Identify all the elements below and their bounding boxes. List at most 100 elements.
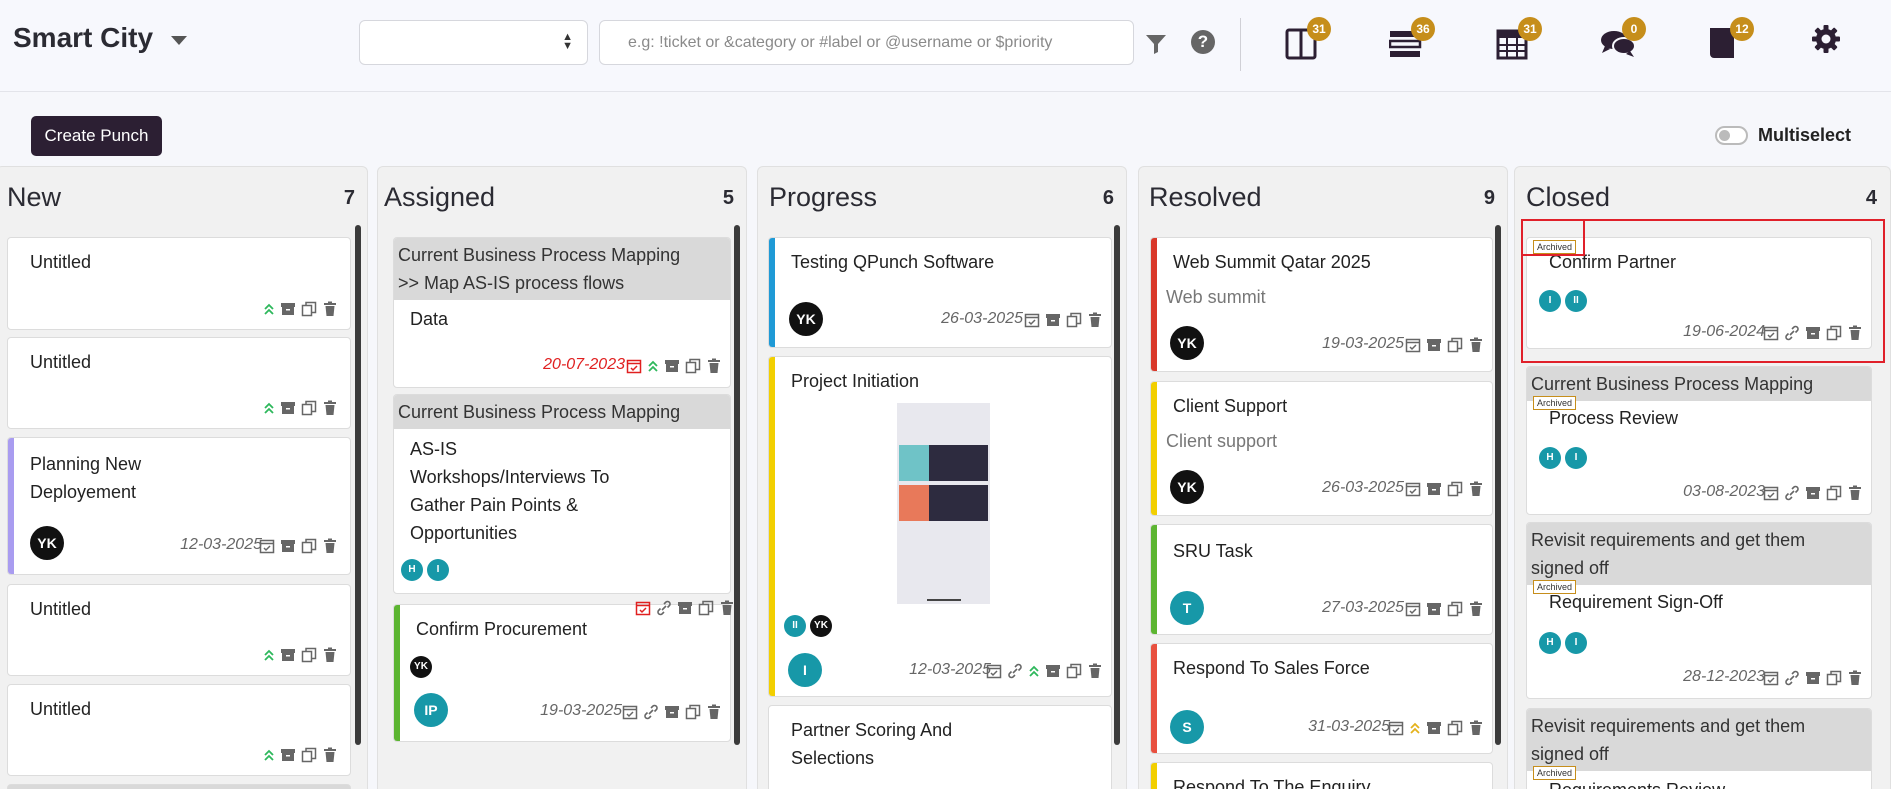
link-icon[interactable]	[1784, 670, 1800, 686]
punch-card[interactable]: Revisit requirements and get them signed…	[1526, 522, 1872, 699]
avatar[interactable]: II	[1565, 290, 1587, 312]
archive-icon[interactable]	[1426, 601, 1442, 617]
avatar[interactable]: I	[427, 559, 449, 581]
punch-card[interactable]: Respond To Sales Force S 31-03-2025	[1150, 643, 1493, 754]
copy-icon[interactable]	[1447, 601, 1463, 617]
calendar-check-icon[interactable]	[259, 538, 275, 554]
punch-card[interactable]: Project Initiation II YK I 12-03-2025	[768, 356, 1112, 697]
archive-icon[interactable]	[1805, 485, 1821, 501]
workspace-switcher[interactable]: Smart City	[13, 22, 188, 54]
calendar-check-icon[interactable]	[1763, 485, 1779, 501]
archive-icon[interactable]	[1045, 312, 1061, 328]
archive-icon[interactable]	[280, 301, 296, 317]
punch-card[interactable]: Respond To The Enquiry	[1150, 762, 1493, 789]
archive-icon[interactable]	[280, 538, 296, 554]
copy-icon[interactable]	[301, 301, 317, 317]
punch-card[interactable]: Archived Confirm Partner I II 19-06-2024	[1526, 237, 1872, 349]
gear-icon[interactable]	[1811, 24, 1841, 59]
trash-icon[interactable]	[322, 400, 338, 416]
copy-icon[interactable]	[1447, 720, 1463, 736]
archive-icon[interactable]	[1805, 325, 1821, 341]
search-input[interactable]	[599, 20, 1134, 65]
avatar[interactable]: I	[1565, 447, 1587, 469]
trash-icon[interactable]	[1468, 481, 1484, 497]
avatar[interactable]: H	[1539, 632, 1561, 654]
calendar-check-icon[interactable]	[1405, 481, 1421, 497]
avatar[interactable]: H	[1539, 447, 1561, 469]
calendar-check-icon[interactable]	[1405, 601, 1421, 617]
punch-card[interactable]: Web Summit Qatar 2025 Web summit YK 19-0…	[1150, 237, 1493, 372]
trash-icon[interactable]	[1468, 601, 1484, 617]
copy-icon[interactable]	[1447, 481, 1463, 497]
chat-button[interactable]: 0	[1600, 17, 1646, 64]
trash-icon[interactable]	[322, 301, 338, 317]
punch-card[interactable]: Testing QPunch Software YK 26-03-2025	[768, 237, 1112, 348]
punch-card[interactable]: Current Business Process Mapping Archive…	[1526, 366, 1872, 515]
avatar[interactable]: YK	[1170, 470, 1204, 504]
punch-card[interactable]	[7, 784, 351, 789]
avatar[interactable]: I	[1565, 632, 1587, 654]
punch-card[interactable]: Partner Scoring And Selections	[768, 705, 1112, 789]
punch-card[interactable]: SRU Task T 27-03-2025	[1150, 524, 1493, 635]
punch-card[interactable]: Confirm Procurement YK IP 19-03-2025	[393, 604, 731, 742]
parent-task-header[interactable]: Current Business Process Mapping >> Map …	[394, 238, 730, 300]
copy-icon[interactable]	[301, 747, 317, 763]
link-icon[interactable]	[643, 704, 659, 720]
calendar-view-button[interactable]: 31	[1496, 17, 1542, 64]
toggle-switch[interactable]	[1715, 126, 1748, 145]
parent-task-header[interactable]: Current Business Process Mapping	[1527, 367, 1871, 401]
archive-icon[interactable]	[280, 400, 296, 416]
avatar[interactable]: T	[1170, 591, 1204, 625]
avatar[interactable]: YK	[789, 302, 823, 336]
copy-icon[interactable]	[685, 704, 701, 720]
punch-card[interactable]: Client Support Client support YK 26-03-2…	[1150, 381, 1493, 516]
calendar-check-icon[interactable]	[986, 663, 1002, 679]
parent-task-header[interactable]: Revisit requirements and get them signed…	[1527, 709, 1871, 771]
calendar-check-icon[interactable]	[1405, 337, 1421, 353]
link-icon[interactable]	[1784, 485, 1800, 501]
punch-card[interactable]: Planning New Deployement YK 12-03-2025	[7, 437, 351, 575]
archive-icon[interactable]	[664, 704, 680, 720]
calendar-check-icon[interactable]	[1763, 325, 1779, 341]
avatar[interactable]: H	[401, 559, 423, 581]
calendar-check-icon[interactable]	[622, 704, 638, 720]
link-icon[interactable]	[1007, 663, 1023, 679]
archive-icon[interactable]	[1426, 481, 1442, 497]
scrollbar[interactable]	[1114, 225, 1120, 745]
archive-icon[interactable]	[280, 647, 296, 663]
parent-task-header[interactable]: Current Business Process Mapping	[394, 395, 730, 429]
link-icon[interactable]	[1784, 325, 1800, 341]
attachment-thumbnail[interactable]	[897, 403, 990, 604]
scrollbar[interactable]	[1495, 225, 1501, 745]
archive-icon[interactable]	[1805, 670, 1821, 686]
copy-icon[interactable]	[1826, 670, 1842, 686]
copy-icon[interactable]	[1066, 312, 1082, 328]
avatar[interactable]: II	[784, 615, 806, 637]
archive-icon[interactable]	[1426, 337, 1442, 353]
calendar-check-icon[interactable]	[635, 600, 651, 616]
punch-card[interactable]: Untitled	[7, 584, 351, 676]
avatar[interactable]: IP	[414, 693, 448, 727]
notes-button[interactable]: 12	[1708, 17, 1754, 64]
punch-card[interactable]: Current Business Process Mapping AS-IS W…	[393, 394, 731, 594]
archive-icon[interactable]	[1045, 663, 1061, 679]
trash-icon[interactable]	[1087, 312, 1103, 328]
trash-icon[interactable]	[1087, 663, 1103, 679]
avatar[interactable]: YK	[810, 615, 832, 637]
punch-card[interactable]: Revisit requirements and get them signed…	[1526, 708, 1872, 789]
avatar[interactable]: YK	[30, 526, 64, 560]
trash-icon[interactable]	[1847, 325, 1863, 341]
trash-icon[interactable]	[1468, 337, 1484, 353]
calendar-check-icon[interactable]	[1024, 312, 1040, 328]
parent-task-header[interactable]: Revisit requirements and get them signed…	[1527, 523, 1871, 585]
trash-icon[interactable]	[706, 358, 722, 374]
copy-icon[interactable]	[685, 358, 701, 374]
filter-icon[interactable]	[1145, 33, 1167, 60]
punch-card[interactable]: Untitled	[7, 337, 351, 429]
trash-icon[interactable]	[719, 600, 735, 616]
project-select[interactable]: ▲ ▼	[359, 20, 588, 65]
punch-card[interactable]: Untitled	[7, 237, 351, 330]
avatar[interactable]: I	[1539, 290, 1561, 312]
avatar[interactable]: YK	[410, 656, 432, 678]
archive-icon[interactable]	[664, 358, 680, 374]
